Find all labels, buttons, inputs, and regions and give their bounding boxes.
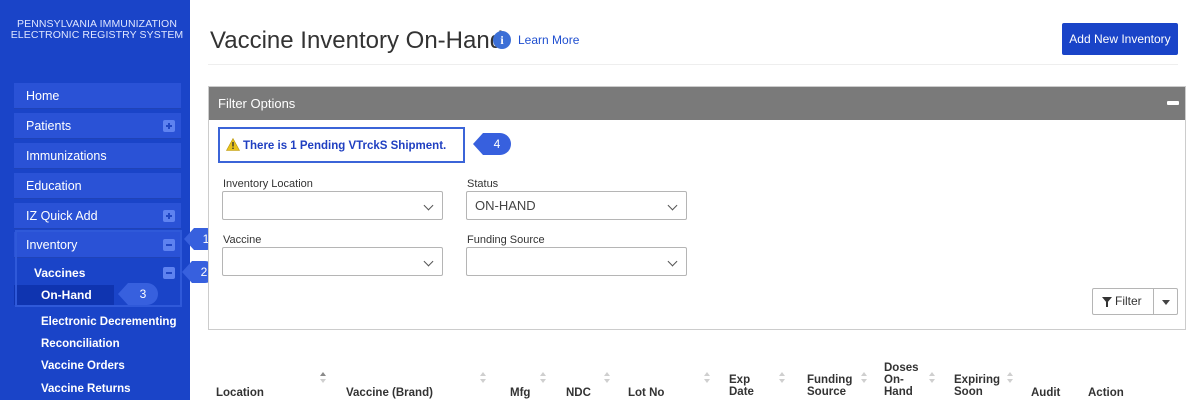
header-line: On- xyxy=(884,374,904,386)
page-title: Vaccine Inventory On-Hand xyxy=(210,27,504,54)
vaccine-select[interactable] xyxy=(222,247,443,276)
sidebar: PENNSYLVANIA IMMUNIZATION ELECTRONIC REG… xyxy=(0,0,190,400)
panel-title: Filter Options xyxy=(218,96,296,111)
add-new-inventory-button[interactable]: Add New Inventory xyxy=(1062,23,1178,55)
sidebar-item-home[interactable]: Home xyxy=(14,83,181,109)
sort-icon[interactable] xyxy=(861,372,867,385)
sidebar-subitem-vaccine-returns[interactable]: Vaccine Returns xyxy=(14,383,181,395)
column-header-audit: Audit xyxy=(1031,387,1061,399)
header-line: Soon xyxy=(954,386,983,398)
sort-icon[interactable] xyxy=(480,372,486,385)
callout-badge-3: 3 xyxy=(118,283,158,305)
funding-source-label: Funding Source xyxy=(467,234,545,246)
sidebar-item-label: Patients xyxy=(26,119,72,133)
vaccine-label: Vaccine xyxy=(223,234,262,246)
status-label: Status xyxy=(467,178,499,190)
divider xyxy=(208,64,1178,65)
header-line: Exp xyxy=(729,374,751,386)
column-header-vaccine-brand[interactable]: Vaccine (Brand) xyxy=(346,387,433,399)
expand-plus-icon[interactable] xyxy=(163,120,175,132)
filter-funnel-icon xyxy=(1102,297,1112,307)
funding-source-select[interactable] xyxy=(466,247,687,276)
column-header-doses-on-hand[interactable]: Doses On- Hand xyxy=(884,362,919,398)
column-header-expiring-soon[interactable]: Expiring Soon xyxy=(954,374,1000,398)
collapse-minus-icon[interactable] xyxy=(1167,101,1179,105)
sort-icon[interactable] xyxy=(779,372,785,385)
sidebar-item-education[interactable]: Education xyxy=(14,173,181,199)
filter-button[interactable]: Filter xyxy=(1092,288,1154,315)
sort-icon[interactable] xyxy=(540,372,546,385)
column-header-ndc[interactable]: NDC xyxy=(566,387,591,399)
header-line: Source xyxy=(807,386,846,398)
sidebar-item-label: Home xyxy=(26,89,60,103)
filter-dropdown-toggle[interactable] xyxy=(1154,288,1178,315)
pending-shipment-alert[interactable]: There is 1 Pending VTrckS Shipment. xyxy=(218,127,465,163)
column-header-location[interactable]: Location xyxy=(216,387,264,399)
alert-text: There is 1 Pending VTrckS Shipment. xyxy=(243,140,447,152)
column-header-action: Action xyxy=(1088,387,1124,399)
sort-icon[interactable] xyxy=(604,372,610,385)
status-select[interactable]: ON-HAND xyxy=(466,191,687,220)
sort-icon[interactable] xyxy=(929,372,935,385)
sidebar-item-patients[interactable]: Patients xyxy=(14,113,181,139)
info-icon[interactable]: i xyxy=(493,31,511,49)
sidebar-item-immunizations[interactable]: Immunizations xyxy=(14,143,181,169)
sidebar-item-label: Immunizations xyxy=(26,149,107,163)
sort-icon[interactable] xyxy=(704,372,710,385)
chevron-down-icon xyxy=(423,256,434,267)
select-value: ON-HAND xyxy=(475,198,536,213)
sidebar-item-iz-quick-add[interactable]: IZ Quick Add xyxy=(14,203,181,229)
sidebar-item-label: IZ Quick Add xyxy=(26,209,98,223)
sidebar-subitem-label: Vaccine Orders xyxy=(41,360,125,372)
sidebar-subitem-reconciliation[interactable]: Reconciliation xyxy=(14,338,181,350)
sort-icon[interactable] xyxy=(1007,372,1013,385)
brand-logo[interactable]: PENNSYLVANIA IMMUNIZATION ELECTRONIC REG… xyxy=(8,19,186,41)
column-header-exp-date[interactable]: Exp Date xyxy=(729,374,754,398)
callout-badge-4: 4 xyxy=(473,133,511,155)
column-header-lot-no[interactable]: Lot No xyxy=(628,387,664,399)
header-line: Date xyxy=(729,386,754,398)
filter-button-label: Filter xyxy=(1115,294,1142,308)
column-header-funding-source[interactable]: Funding Source xyxy=(807,374,852,398)
header-line: Doses xyxy=(884,362,919,374)
learn-more-link[interactable]: Learn More xyxy=(518,33,579,47)
chevron-down-icon xyxy=(667,256,678,267)
header-line: Expiring xyxy=(954,374,1001,386)
sidebar-subitem-vaccine-orders[interactable]: Vaccine Orders xyxy=(14,360,181,372)
header-line: Funding xyxy=(807,374,853,386)
sidebar-subitem-label: Vaccine Returns xyxy=(41,383,131,395)
sidebar-subitem-electronic-decrementing[interactable]: Electronic Decrementing xyxy=(14,316,181,328)
sidebar-subitem-label: Electronic Decrementing xyxy=(41,316,177,328)
sidebar-item-label: Education xyxy=(26,179,82,193)
inventory-location-label: Inventory Location xyxy=(223,178,313,190)
header-line: Hand xyxy=(884,386,913,398)
chevron-down-icon xyxy=(423,200,434,211)
chevron-down-icon xyxy=(667,200,678,211)
inventory-location-select[interactable] xyxy=(222,191,443,220)
expand-plus-icon[interactable] xyxy=(163,210,175,222)
sort-icon[interactable] xyxy=(320,372,326,385)
column-header-mfg[interactable]: Mfg xyxy=(510,387,530,399)
brand-line-2: ELECTRONIC REGISTRY SYSTEM xyxy=(10,29,184,41)
panel-header[interactable]: Filter Options xyxy=(209,87,1185,120)
sidebar-subitem-label: Reconciliation xyxy=(41,338,120,350)
warning-icon xyxy=(226,138,240,151)
